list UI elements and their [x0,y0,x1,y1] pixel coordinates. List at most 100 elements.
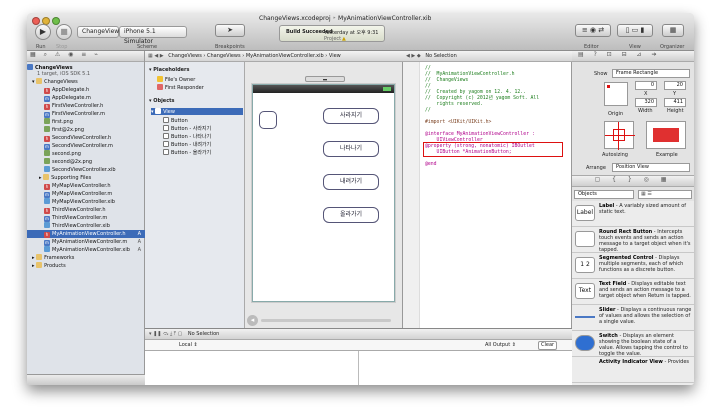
interface-canvas[interactable]: ▾▾ 사라지기 나타나기 내려가기 올라가기 ◂ [245,62,403,328]
stop-button[interactable]: ■ [56,24,72,40]
navigator-item[interactable]: h SecondViewController.h [27,134,145,142]
arrange-popup[interactable]: Position View [612,163,690,172]
navigator-item[interactable]: m MyMapViewController.m [27,190,145,198]
library-item[interactable]: Switch - Displays an element showing the… [572,331,694,357]
outline-first-responder[interactable]: First Responder [157,84,243,91]
navigator-item[interactable]: second@2x.png [27,158,145,166]
appear-button[interactable]: 나타나기 [323,141,379,157]
jump-bar[interactable]: ▦ ◀ ▶ ChangeViews › ChangeViews › MyAnim… [145,51,403,62]
outline-view[interactable]: ▾ View [151,108,243,115]
breakpoint-icon: ➤ [227,26,233,34]
outline-button-item[interactable]: Button - 나타나기 [163,133,249,140]
debug-controls-icon[interactable]: ▾ ❚❚ ⤼ ⤓ ⤒ ▢ [145,331,186,337]
navigator-item[interactable]: m AppDelegate.m [27,94,145,102]
objects-header[interactable]: ▾ Objects [149,98,239,106]
library-item[interactable]: 1 2 Segmented Control - Displays multiple… [572,253,694,279]
local-popup[interactable]: Local ⇕ [179,340,198,350]
crumb-group[interactable]: ChangeViews [207,53,241,59]
assistant-selection[interactable]: No Selection [425,53,456,59]
scene-handle[interactable]: ▾▾ [305,76,345,82]
navigator-filter-bar[interactable]: + ◷ ▥ ▢ [27,374,145,385]
library-filter-popup[interactable]: Objects [574,190,634,199]
x-field[interactable]: 0 [635,81,657,90]
navigator-item[interactable]: first.png [27,118,145,126]
scheme-target-popup[interactable]: ChangeViews [77,26,122,38]
outline-button-item[interactable]: Button - 올라가기 [163,149,249,156]
placeholders-title: Placeholders [153,67,190,73]
outline-button-item[interactable]: Button - 사라지기 [163,125,249,132]
navigator-item[interactable]: MyAnimationViewController.xib A [27,246,145,254]
navigator-item[interactable]: second.png [27,150,145,158]
autosizing-label: Autosizing [602,152,628,158]
library-item[interactable]: Slider - Displays a continuous range of … [572,305,694,331]
outline-toggle-icon[interactable]: ◂ [247,315,258,326]
project-title: ChangeViews.xcodeproj [259,15,331,22]
library-tabs[interactable]: ▢ { } ◎ ▦ [572,175,694,187]
library-item[interactable]: Text Text Field - Displays editable text … [572,279,694,305]
example-rect-icon [653,128,679,142]
navigator-item[interactable]: m SecondViewController.m [27,142,145,150]
navigator-item[interactable]: h AppDelegate.h [27,86,145,94]
editor-mode-control[interactable]: ≡ ◉ ⇄ [575,24,611,37]
scheme-device-popup[interactable]: iPhone 5.1 Simulator [119,26,187,45]
assistant-jump-bar[interactable]: ◀ ▶ ◆ No Selection [403,51,572,62]
navigator-item[interactable]: h FirstViewController.h [27,102,145,110]
origin-selector[interactable] [604,82,628,106]
zoom-window-icon[interactable] [52,17,60,25]
navigator-item[interactable]: m ThirdViewController.m [27,214,145,222]
outline-files-owner[interactable]: File's Owner [157,76,243,83]
horizontal-scrollbar[interactable] [261,319,391,322]
navigator-item[interactable]: ThirdViewController.xib [27,222,145,230]
warning-icon[interactable]: ▲ [342,36,346,42]
move-down-button[interactable]: 내려가기 [323,174,379,190]
view-toggle-control[interactable]: ▯ ▭ ▮ [617,24,653,37]
height-field[interactable]: 411 [664,98,686,107]
navigator-item[interactable]: h ThirdViewController.h [27,206,145,214]
play-icon: ▶ [39,27,47,36]
output-popup[interactable]: All Output ⇕ [485,340,516,350]
library-view-toggle[interactable]: ▦ ☰ [638,190,692,199]
navigator-item[interactable]: ▸ Supporting Files [27,174,145,182]
outline-button-item[interactable]: Button - 내려가기 [163,141,249,148]
assistant-code-editor[interactable]: //// MyAnimationViewController.h// Chang… [403,62,572,328]
outline-button-label: Button - 나타나기 [171,134,212,140]
navigator-item[interactable]: h MyAnimationViewController.h A [27,230,145,238]
related-items-icon[interactable]: ▦ ◀ ▶ [145,53,167,59]
crumb-file[interactable]: MyAnimationViewController.xib [246,53,324,59]
outline-button-item[interactable]: Button [163,117,249,124]
navigator-item[interactable]: m FirstViewController.m [27,110,145,118]
library-item[interactable]: Round Rect Button - Intercepts touch eve… [572,227,694,253]
show-popup[interactable]: Frame Rectangle [612,69,690,78]
navigator-item[interactable]: ▸ Frameworks [27,254,145,262]
crumb-view[interactable]: View [329,53,341,59]
placeholders-header[interactable]: ▾ Placeholders [149,67,239,75]
navigator-item[interactable]: ▾ ChangeViews [27,78,145,86]
folder-icon [43,174,50,180]
crumb-project[interactable]: ChangeViews [168,53,202,59]
autosizing-control[interactable] [604,121,635,150]
navigator-item[interactable]: h MyMapViewController.h [27,182,145,190]
navigator-item[interactable]: m MyAnimationViewController.m A [27,238,145,246]
files-owner-label: File's Owner [165,77,196,83]
inspector-tabs[interactable]: ▤ ? ⊡ ⊟ ⊿ ➔ [572,51,694,62]
clear-button[interactable]: Clear [538,341,558,350]
disappear-button[interactable]: 사라지기 [323,108,379,124]
width-field[interactable]: 320 [635,98,657,107]
organizer-button[interactable]: ▦ [662,24,684,37]
navigator-item[interactable]: first@2x.png [27,126,145,134]
navigator-item[interactable]: ▸ Products [27,262,145,270]
activity-viewer: Build Succeeded Yesterday at 오후 9:31 Pro… [279,25,385,42]
breakpoints-button[interactable]: ➤ [215,24,245,37]
navigator-tabs[interactable]: ▦ ⌕ ⚠ ◉ ≡ ⌁ [27,51,144,62]
library-item[interactable]: Label Label - A variably sized amount of … [572,201,694,227]
library-item[interactable]: Activity Indicator View - Provides [572,357,694,383]
navigator-item[interactable]: SecondViewController.xib [27,166,145,174]
navigator-item[interactable]: MyMapViewController.xib [27,198,145,206]
run-button[interactable]: ▶ [35,24,51,40]
iphone-view[interactable]: 사라지기 나타나기 내려가기 올라가기 [252,84,395,302]
nav-arrows-icon[interactable]: ◀ ▶ ◆ [403,53,424,59]
y-field[interactable]: 20 [664,81,686,90]
move-up-button[interactable]: 올라가기 [323,207,379,223]
origin-point-icon [607,85,610,88]
animation-button[interactable] [259,111,277,129]
